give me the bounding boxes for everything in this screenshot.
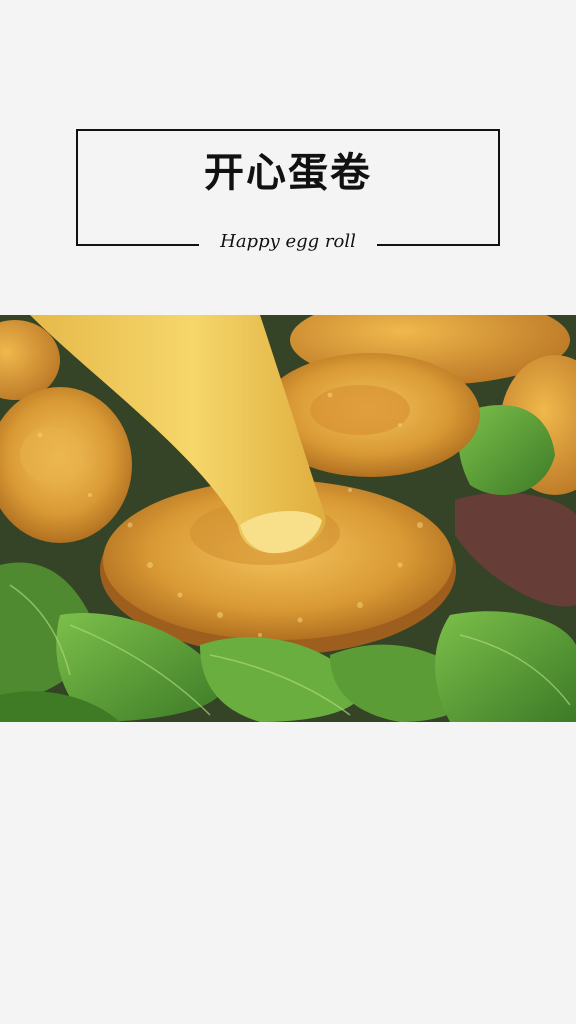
page-title: 开心蛋卷 (204, 150, 372, 196)
fried-egg-rolls-on-salad-photo (0, 315, 576, 722)
page-subtitle: Happy egg roll (220, 231, 356, 252)
food-photo (0, 315, 576, 722)
title-card: 开心蛋卷 Happy egg roll (76, 129, 500, 251)
